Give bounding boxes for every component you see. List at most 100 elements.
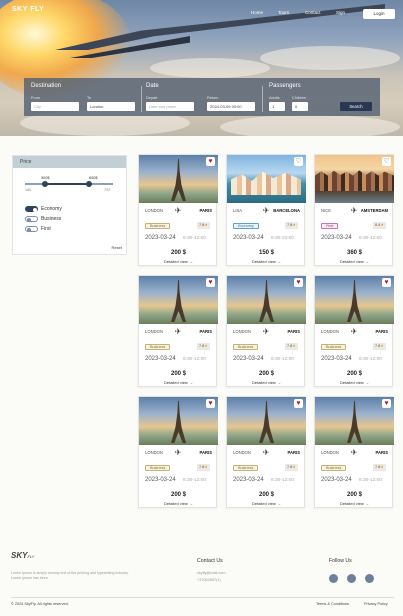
plane-route-icon: ✈ [350,327,358,336]
flight-card[interactable]: ♥ LONDON ✈ PARIS Business 7.8★ 2023-03-24 8:30-… [314,275,394,387]
origin-city: LONDON [321,450,339,455]
favorite-heart-icon[interactable]: ♡ [382,157,391,166]
eiffel-tower [171,159,186,201]
privacy-link[interactable]: Privacy Policy [364,602,388,606]
contact-email[interactable]: skyfly@mail.com [197,571,226,575]
contact-phone[interactable]: +37064587(1) [197,578,221,582]
instagram-icon[interactable] [365,574,374,583]
destination-photo: ♥ [315,397,394,445]
flight-route: LONDON ✈ PARIS [139,206,218,216]
plane-route-icon: ✈ [174,448,182,457]
from-input[interactable]: City [31,102,79,111]
favorite-heart-icon[interactable]: ♥ [206,399,215,408]
price-slider-fill [45,183,90,185]
business-toggle[interactable] [25,216,38,222]
children-stepper[interactable]: 0 [292,102,308,111]
favorite-heart-icon[interactable]: ♥ [382,278,391,287]
detailed-view-link[interactable]: Detailed view → [139,259,218,264]
detailed-view-link[interactable]: Detailed view → [227,259,306,264]
flight-time: 8:30-12:00 [183,478,206,483]
favorite-heart-icon[interactable]: ♥ [382,399,391,408]
flight-card[interactable]: ♥ LONDON ✈ PARIS Business 7.8★ 2023-03-24 8:30-… [314,396,394,508]
flight-card[interactable]: ♥ LONDON ✈ PARIS Business 7.8★ 2023-03-24 8:30-… [226,396,306,508]
star-icon: ★ [380,344,384,348]
range-max: 702 [104,188,111,192]
detailed-view-link[interactable]: Detailed view → [227,380,306,385]
nav-link-sign[interactable]: Sign [336,10,345,15]
destination-photo: ♥ [139,276,218,324]
flight-card[interactable]: ♥ LONDON ✈ PARIS Business 7.8★ 2023-03-24 8:30-… [138,154,218,266]
footer-logo[interactable]: SKYFLY [11,551,34,560]
detailed-view-link[interactable]: Detailed view → [139,501,218,506]
detailed-view-link[interactable]: Detailed view → [315,259,394,264]
login-button[interactable]: Login [363,9,395,19]
detailed-view-link[interactable]: Detailed view → [315,380,394,385]
destination-city: PARIS [287,329,301,334]
favorite-heart-icon[interactable]: ♥ [294,278,303,287]
flight-date: 2023-03-24 [233,356,264,362]
plane-route-icon: ✈ [262,206,270,215]
adults-label: Adults [269,96,280,100]
reset-link[interactable]: Reset [112,245,122,250]
price-slider[interactable] [25,181,113,187]
price-min-label: 300$ [41,176,50,180]
nav-link-tours[interactable]: Tours [278,10,289,15]
arrow-right-icon: → [188,380,193,385]
twitter-icon[interactable] [347,574,356,583]
flight-time: 8:30-12:00 [359,236,382,241]
class-badge: First [321,223,339,229]
rating-badge: 7.8★ [197,222,210,229]
nav-link-home[interactable]: Home [251,10,263,15]
detailed-view-link[interactable]: Detailed view → [139,380,218,385]
filter-panel: Price 300$ 600$ 180 702 Economy Business… [12,155,127,255]
flight-time: 8:30-12:00 [359,357,382,362]
economy-toggle[interactable] [25,206,38,212]
facebook-icon[interactable] [329,574,338,583]
rating-badge: 7.8★ [197,464,210,471]
class-badge: Business [145,223,171,229]
flight-card[interactable]: ♥ LONDON ✈ PARIS Business 7.8★ 2023-03-24 8:30-… [226,275,306,387]
plane-route-icon: ✈ [350,206,358,215]
destination-city: PARIS [375,450,389,455]
first-toggle[interactable] [25,226,38,232]
flight-card[interactable]: ♡ LISA ✈ BARCELONA Economy 7.8★ 2023-03-24 8:30… [226,154,306,266]
detailed-view-link[interactable]: Detailed view → [315,501,394,506]
star-icon: ★ [380,465,384,469]
favorite-heart-icon[interactable]: ♡ [294,157,303,166]
flight-card[interactable]: ♥ LONDON ✈ PARIS Business 7.8★ 2023-03-24 8:30-… [138,275,218,387]
flight-card[interactable]: ♡ NICE ✈ AMSTERDAM First 8.4★ 2023-03-24 8:30-1… [314,154,394,266]
price-slider-min-handle[interactable] [42,181,49,187]
site-logo[interactable]: SKY FLY [12,6,44,13]
passengers-title: Passengers [269,83,301,89]
class-badge: Economy [233,223,259,229]
eiffel-tower [259,280,274,322]
flight-route: LONDON ✈ PARIS [139,448,218,458]
favorite-heart-icon[interactable]: ♥ [294,399,303,408]
return-input[interactable]: 2024-03-09 00:00 [207,102,255,111]
adults-stepper[interactable]: 1 [269,102,285,111]
star-icon: ★ [292,344,296,348]
terms-link[interactable]: Terms & Conditions [316,602,349,606]
filter-title: Price [13,156,126,168]
detailed-view-link[interactable]: Detailed view → [227,501,306,506]
nav-link-contact[interactable]: Contact [305,10,321,15]
plane-route-icon: ✈ [174,327,182,336]
favorite-heart-icon[interactable]: ♥ [206,278,215,287]
price-slider-max-handle[interactable] [86,181,93,187]
flight-price: 150 $ [258,250,274,256]
destination-city: PARIS [199,329,213,334]
date-title: Date [146,83,159,89]
flight-date: 2023-03-24 [233,235,264,241]
to-input[interactable]: London [87,102,135,111]
destination-city: PARIS [375,329,389,334]
depart-input[interactable]: Date and place [146,102,194,111]
search-button[interactable]: Search [340,102,372,111]
canal-houses [315,170,394,191]
star-icon: ★ [204,465,208,469]
favorite-heart-icon[interactable]: ♥ [206,157,215,166]
first-label: First [41,226,51,232]
flight-card[interactable]: ♥ LONDON ✈ PARIS Business 7.8★ 2023-03-24 8:30-… [138,396,218,508]
origin-city: LISA [233,208,243,213]
return-label: Return [207,96,219,100]
cloud [220,115,400,136]
